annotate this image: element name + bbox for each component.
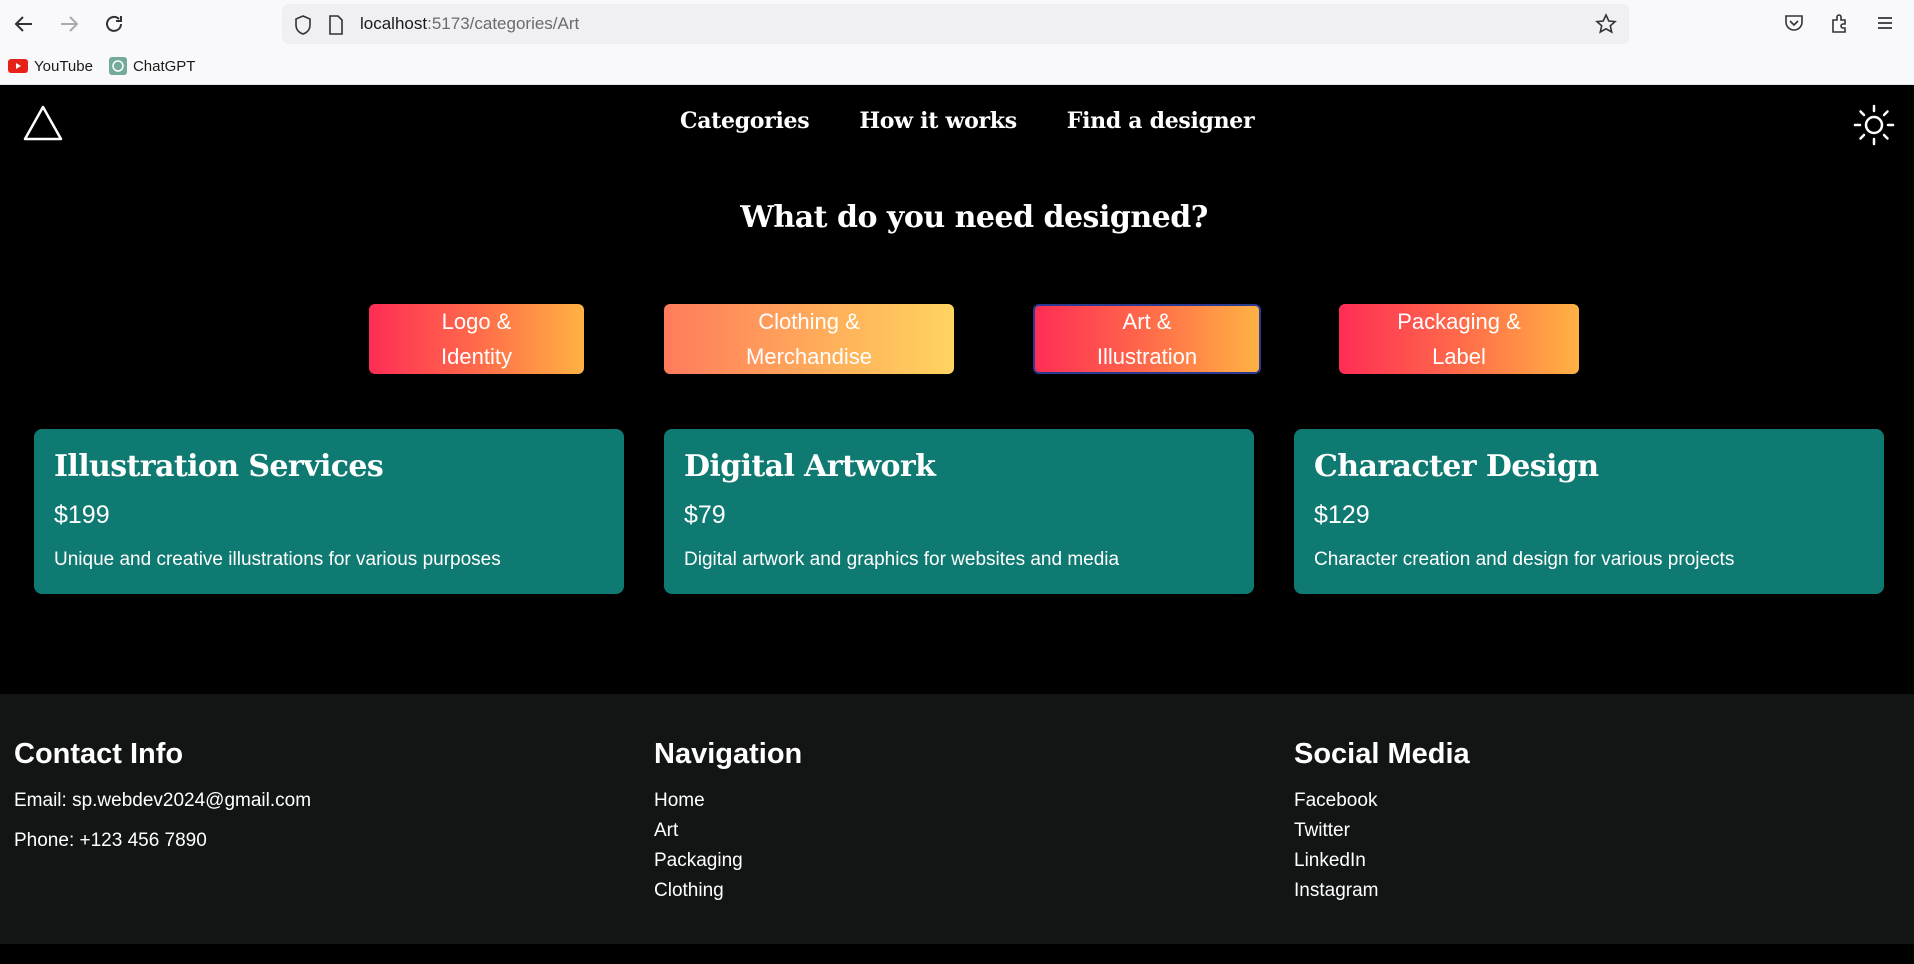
category-logo-identity-button[interactable]: Logo & Identity — [369, 304, 584, 374]
service-description: Unique and creative illustrations for va… — [54, 549, 501, 570]
category-label-line2: Illustration — [1096, 344, 1198, 369]
reload-icon — [106, 15, 122, 32]
forward-button[interactable] — [55, 10, 83, 38]
category-label-line2: Merchandise — [746, 344, 872, 369]
triangle-logo-icon — [23, 105, 63, 141]
footer-link-instagram[interactable]: Instagram — [1294, 880, 1378, 902]
nav-find-designer[interactable]: Find a designer — [1067, 108, 1255, 134]
bookmarks-bar: YouTube ChatGPT — [0, 48, 1914, 85]
back-button[interactable] — [10, 10, 38, 38]
service-card[interactable]: Character Design $129 Character creation… — [1294, 429, 1884, 594]
category-label-line1: Art & — [1122, 309, 1172, 334]
category-art-illustration-button[interactable]: Art & Illustration — [1033, 304, 1261, 374]
service-card[interactable]: Digital Artwork $79 Digital artwork and … — [664, 429, 1254, 594]
footer-heading: Contact Info — [14, 738, 184, 770]
footer-heading: Navigation — [654, 738, 803, 770]
service-card[interactable]: Illustration Services $199 Unique and cr… — [34, 429, 624, 594]
url-host: localhost — [360, 14, 428, 33]
service-price: $199 — [54, 501, 110, 529]
bookmark-label: YouTube — [34, 57, 93, 75]
footer-link-art[interactable]: Art — [654, 820, 678, 842]
bookmark-chatgpt[interactable]: ChatGPT — [108, 57, 196, 75]
puzzle-icon — [1832, 14, 1846, 33]
site-logo[interactable] — [22, 104, 64, 146]
site-footer: Contact Info Email: sp.webdev2024@gmail.… — [0, 694, 1914, 944]
main-nav: Categories How it works Find a designer — [680, 108, 1304, 134]
footer-link-home[interactable]: Home — [654, 790, 705, 812]
url-path: :5173/categories/Art — [427, 14, 580, 33]
site-header: Categories How it works Find a designer — [0, 84, 1914, 164]
bookmark-star-icon[interactable] — [1595, 13, 1617, 35]
youtube-icon — [8, 59, 28, 73]
reload-button[interactable] — [100, 10, 128, 38]
category-label-line1: Packaging & — [1397, 309, 1521, 334]
nav-how-it-works[interactable]: How it works — [859, 108, 1017, 134]
sun-icon — [1853, 104, 1895, 146]
service-description: Character creation and design for variou… — [1314, 549, 1735, 570]
footer-link-packaging[interactable]: Packaging — [654, 850, 743, 872]
page-bottom-strip — [0, 944, 1914, 964]
footer-heading: Social Media — [1294, 738, 1470, 770]
category-label-line1: Clothing & — [758, 309, 860, 334]
url-text[interactable]: localhost:5173/categories/Art — [360, 14, 579, 34]
hamburger-menu-icon — [1878, 17, 1892, 29]
category-packaging-label-button[interactable]: Packaging & Label — [1339, 304, 1579, 374]
service-title: Illustration Services — [54, 449, 384, 484]
service-title: Digital Artwork — [684, 449, 936, 484]
bookmark-label: ChatGPT — [132, 57, 196, 75]
shield-icon[interactable] — [294, 15, 312, 35]
service-price: $79 — [684, 501, 726, 529]
service-description: Digital artwork and graphics for website… — [684, 549, 1120, 570]
category-clothing-merchandise-button[interactable]: Clothing & Merchandise — [664, 304, 954, 374]
contact-phone: Phone: +123 456 7890 — [14, 830, 207, 851]
pocket-button[interactable] — [1783, 12, 1805, 34]
address-bar[interactable]: localhost:5173/categories/Art — [282, 4, 1629, 44]
footer-link-linkedin[interactable]: LinkedIn — [1294, 850, 1366, 872]
contact-email: Email: sp.webdev2024@gmail.com — [14, 790, 312, 811]
menu-button[interactable] — [1874, 12, 1896, 34]
page-title: What do you need designed? — [740, 200, 1208, 235]
nav-categories[interactable]: Categories — [680, 108, 810, 134]
arrow-left-icon — [14, 16, 32, 32]
service-price: $129 — [1314, 501, 1370, 529]
arrow-right-icon — [61, 16, 79, 32]
theme-toggle-button[interactable] — [1853, 104, 1895, 150]
service-title: Character Design — [1314, 449, 1599, 484]
extensions-button[interactable] — [1829, 12, 1851, 34]
footer-link-clothing[interactable]: Clothing — [654, 880, 724, 902]
chatgpt-icon — [108, 57, 127, 75]
footer-link-facebook[interactable]: Facebook — [1294, 790, 1377, 812]
category-label-line2: Label — [1432, 344, 1486, 369]
category-label-line2: Identity — [441, 344, 512, 369]
category-label-line1: Logo & — [441, 309, 512, 334]
footer-link-twitter[interactable]: Twitter — [1294, 820, 1350, 842]
browser-toolbar: localhost:5173/categories/Art — [0, 0, 1914, 48]
bookmark-youtube[interactable]: YouTube — [8, 58, 93, 75]
page-icon — [329, 15, 343, 35]
pocket-icon — [1785, 15, 1803, 31]
